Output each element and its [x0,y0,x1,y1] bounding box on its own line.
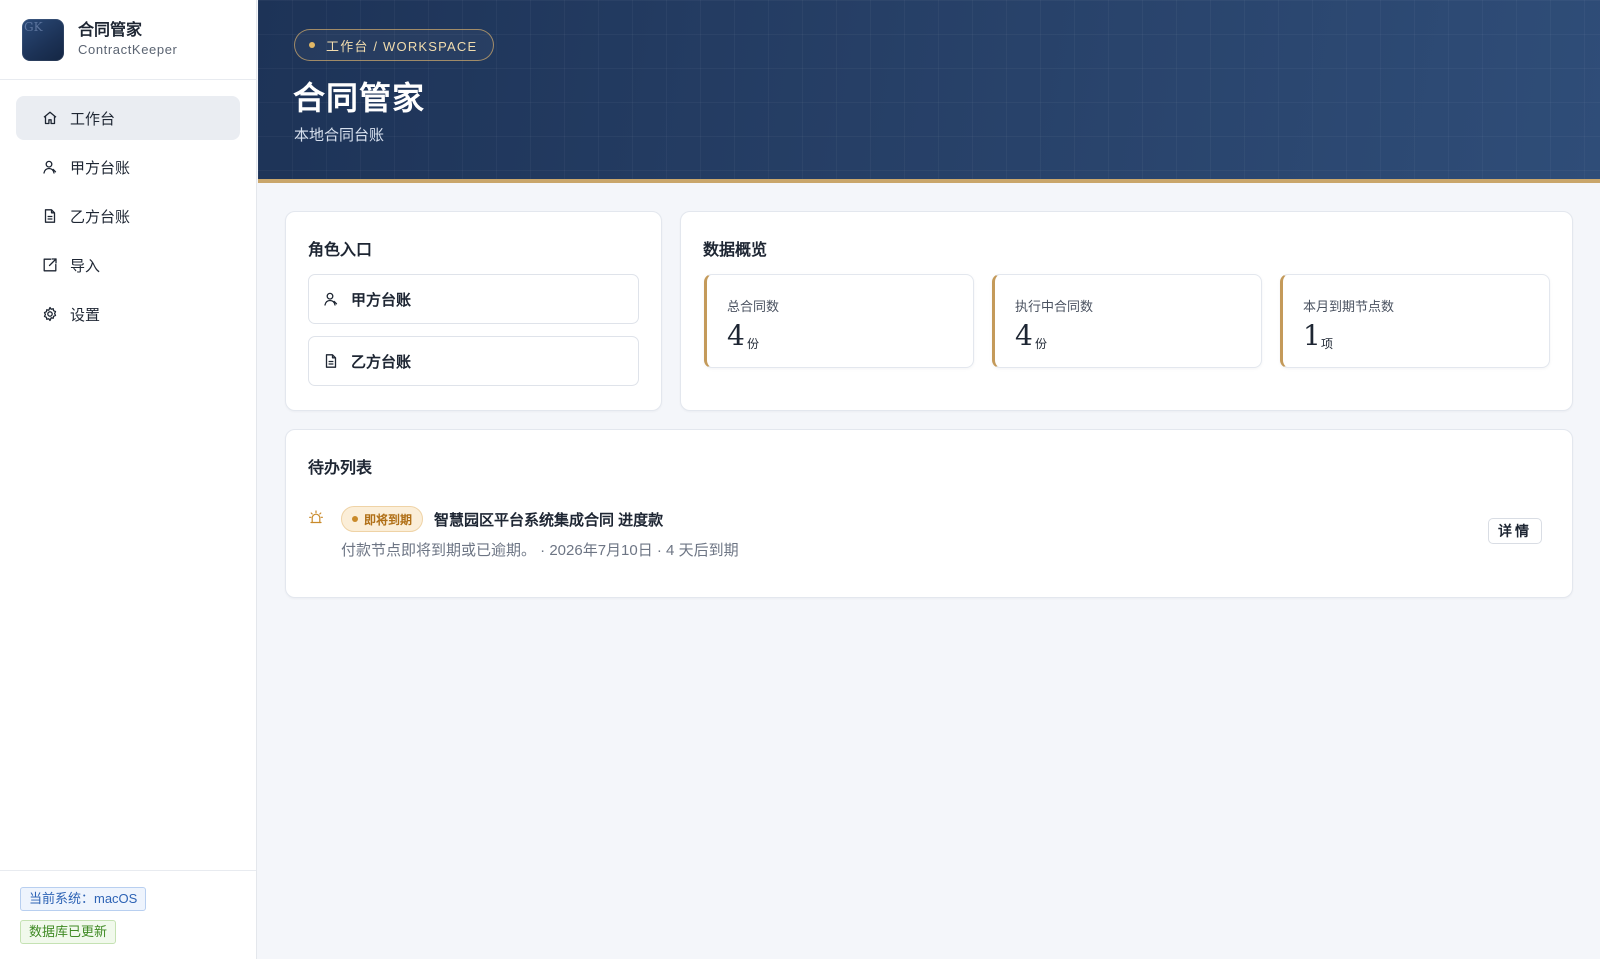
party-a-ledger-button[interactable]: 甲方台账 [308,274,639,324]
home-icon [43,111,57,125]
party-b-ledger-button[interactable]: 乙方台账 [308,336,639,386]
todo-list-title: 待办列表 [308,458,373,477]
brand: GK 合同管家 ContractKeeper [0,0,256,80]
sidebar-item-settings[interactable]: 设置 [16,292,240,336]
user-icon [324,292,338,306]
todo-list-card: 待办列表 即将到期 智慧园区平台系统集成合同 进度款 付款节点即将到期或已逾期。… [285,429,1573,598]
page-subtitle: 本地合同台账 [294,127,385,144]
stat-value: 4 [727,319,745,352]
system-tag: 当前系统：macOS [20,887,147,911]
app-logo: GK [22,18,64,61]
alarm-icon [309,510,323,524]
sidebar-item-workspace[interactable]: 工作台 [16,96,240,140]
sidebar-item-label: 甲方台账 [70,159,131,177]
sidebar-item-party-a[interactable]: 甲方台账 [16,145,240,189]
data-overview-title: 数据概览 [703,240,768,259]
party-b-ledger-label: 乙方台账 [351,353,412,371]
app-subtitle: ContractKeeper [78,42,178,57]
database-status-tag: 数据库已更新 [20,920,117,944]
sidebar-item-party-b[interactable]: 乙方台账 [16,194,240,238]
breadcrumb: 工作台 / WORKSPACE [294,29,495,61]
todo-item-description: 付款节点即将到期或已逾期。 · 2026年7月10日 · 4 天后到期 [341,542,739,559]
stat-value: 4 [1015,319,1033,352]
stat-unit: 份 [1035,337,1048,351]
gear-icon [43,306,57,322]
stat-label: 执行中合同数 [1015,299,1094,314]
stat-active-contracts: 执行中合同数 4 份 [992,274,1262,368]
sidebar-footer: 当前系统：macOS 数据库已更新 [0,870,256,959]
breadcrumb-text: 工作台 / WORKSPACE [326,38,478,54]
data-overview-card: 数据概览 总合同数 4 份 执行中合同数 4 份 本月到期节点数 1 项 [680,211,1573,411]
sidebar-nav: 工作台 甲方台账 乙方台账 导入 设置 [0,80,256,336]
role-entry-title: 角色入口 [308,240,373,259]
sidebar-item-label: 导入 [70,257,101,275]
sidebar: GK 合同管家 ContractKeeper 工作台 甲方台账 乙方台账 导入 … [0,0,257,959]
party-a-ledger-label: 甲方台账 [351,291,412,309]
todo-item-title: 智慧园区平台系统集成合同 进度款 [434,512,664,529]
status-badge: 即将到期 [341,506,424,532]
page-title: 合同管家 [293,79,426,117]
stat-label: 总合同数 [727,299,780,314]
stat-total-contracts: 总合同数 4 份 [704,274,974,368]
status-badge-label: 即将到期 [364,512,413,527]
user-icon [43,160,57,174]
stat-unit: 项 [1321,337,1334,351]
sidebar-item-label: 工作台 [70,110,116,128]
import-icon [43,258,57,272]
stat-unit: 份 [747,337,760,351]
app-title: 合同管家 [78,20,143,39]
app-logo-text: GK [24,19,43,34]
document-icon [44,209,56,223]
sidebar-item-label: 设置 [70,306,101,324]
stat-due-this-month: 本月到期节点数 1 项 [1280,274,1550,368]
detail-button[interactable]: 详情 [1488,518,1542,544]
badge-dot-icon [352,516,358,522]
sidebar-item-label: 乙方台账 [70,208,131,226]
stat-label: 本月到期节点数 [1303,299,1395,314]
page-header: 工作台 / WORKSPACE 合同管家 本地合同台账 [258,0,1600,183]
sidebar-item-import[interactable]: 导入 [16,243,240,287]
role-entry-card: 角色入口 甲方台账 乙方台账 [285,211,662,411]
stat-value: 1 [1303,319,1321,352]
breadcrumb-dot-icon [309,42,315,48]
document-icon [325,354,337,368]
